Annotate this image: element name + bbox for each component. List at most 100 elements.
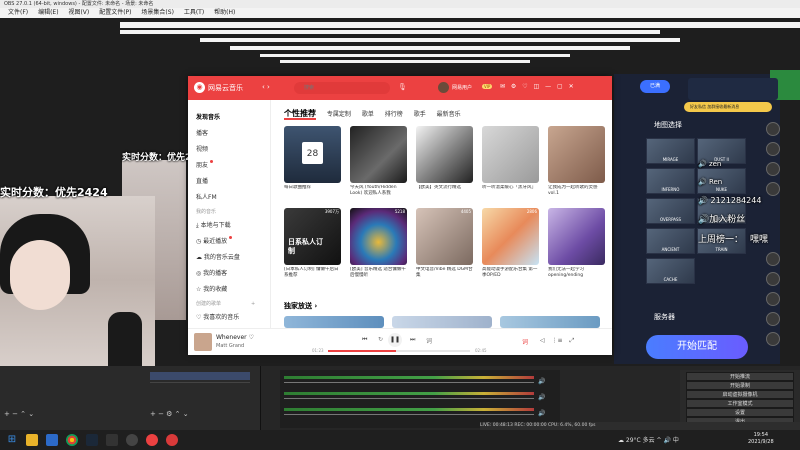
search-input[interactable] (294, 82, 390, 94)
exclusive-banner[interactable] (284, 316, 384, 328)
game-mode-button[interactable]: 已满 (640, 80, 670, 93)
add-playlist-icon[interactable]: + (251, 301, 255, 307)
map-thumb[interactable]: ANCIENT (646, 228, 695, 254)
playlist-card[interactable]: 5218 [欧美] 音乐精选 适合慵懒午后慢慢听 (350, 208, 407, 279)
sidebar-item-cloud[interactable]: ☁ 我的音乐云盘 (196, 252, 240, 261)
app-icon[interactable] (106, 434, 118, 446)
system-tray[interactable]: ☁ 29°C 多云 ^ 🔊 中 (618, 435, 679, 444)
start-recording-button[interactable]: 开始录制 (686, 381, 794, 390)
start-streaming-button[interactable]: 开始推流 (686, 372, 794, 381)
back-forward-buttons[interactable]: ‹ › (262, 83, 270, 91)
menu-scene-collection[interactable]: 场景集合(S) (141, 9, 174, 16)
like-heart-icon[interactable]: ♡ (249, 334, 254, 341)
virtual-camera-button[interactable]: 启动虚拟摄像机 (686, 390, 794, 399)
exclusive-banner[interactable] (392, 316, 492, 328)
cloud-icon: ☁ (196, 254, 204, 261)
exclusive-section-title[interactable]: 独家放送 › (284, 301, 317, 311)
steam-icon[interactable] (86, 434, 98, 446)
notification-dot (210, 160, 214, 163)
sidebar-item-video[interactable]: 视频 (196, 144, 208, 153)
windows-start-icon[interactable]: ⊞ (6, 434, 18, 446)
lyrics-toggle-icon[interactable]: 词 (426, 336, 432, 345)
sidebar-item-discover[interactable]: 发现音乐 (196, 112, 220, 121)
file-explorer-icon[interactable] (26, 434, 38, 446)
sidebar-item-friends[interactable]: 朋友 (196, 160, 214, 169)
playlist-card[interactable]: 听一听温柔暖心「黑牙风」 (482, 126, 539, 197)
playlist-card[interactable]: 今天风 (Youth/Hidden Look) 欢迎私人系我 (350, 126, 407, 197)
map-thumb[interactable]: INFERNO (646, 168, 695, 194)
playlist-card[interactable]: 4405 中文电音/Vibe 精选 DGM合集 (416, 208, 473, 279)
pause-button[interactable]: ❚❚ (388, 333, 402, 347)
loop-icon[interactable]: ↻ (378, 336, 383, 343)
previous-icon[interactable]: ⏮ (362, 336, 367, 344)
menu-view[interactable]: 视图(V) (68, 9, 89, 16)
scene-add-remove-icons[interactable]: + − ⌃ ⌄ (4, 410, 34, 418)
tab-playlists[interactable]: 歌单 (362, 111, 374, 118)
song-title: Whenever (216, 334, 247, 341)
map-thumb[interactable]: OVERPASS (646, 198, 695, 224)
tab-new-music[interactable]: 最新音乐 (437, 111, 461, 118)
game-user-card[interactable] (688, 78, 778, 100)
playlist-card[interactable]: 我们无法一起学习 opening/ending (548, 208, 605, 279)
chrome-icon[interactable] (66, 434, 78, 446)
tab-charts[interactable]: 排行榜 (385, 111, 403, 118)
netease-music-icon[interactable] (146, 434, 158, 446)
tab-recommend[interactable]: 个性推荐 (284, 109, 316, 120)
playlist-card[interactable]: 【欧美】英文流行精选 (416, 126, 473, 197)
playlist-card[interactable]: 2806 高能动漫手游配乐合集 第一季OP/ED (482, 208, 539, 279)
menu-edit[interactable]: 编辑(E) (38, 9, 58, 16)
start-match-button[interactable]: 开始匹配 (646, 335, 748, 359)
obs-icon[interactable] (126, 434, 138, 446)
lyric-icon[interactable]: 词 (522, 337, 528, 346)
chat-avatar (766, 162, 780, 176)
voice-search-icon[interactable]: 🎙 (398, 83, 407, 91)
playlist-card[interactable]: 28 每日歌曲推荐 (284, 126, 341, 197)
progress-track[interactable] (328, 350, 470, 352)
settings-button[interactable]: 设置 (686, 408, 794, 417)
netease-music-window: ◉ 网易云音乐 ‹ › 🎙 网易用户 VIP ✉ ⚙ ♡ ◫ — ▢ ✕ 发现音… (188, 76, 612, 355)
tab-artists[interactable]: 歌手 (414, 111, 426, 118)
sidebar-item-recent[interactable]: ◷ 最近播放 (196, 236, 233, 245)
vip-badge[interactable]: VIP (482, 84, 493, 89)
volume-fader[interactable] (284, 382, 534, 383)
sidebar-item-fm[interactable]: 私人FM (196, 192, 217, 201)
scenes-sources-panel[interactable]: + − ⌃ ⌄ + − ⚙ ⌃ ⌄ (0, 366, 261, 430)
sidebar-item-collection[interactable]: ☆ 我的收藏 (196, 284, 227, 293)
source-add-remove-icons[interactable]: + − ⚙ ⌃ ⌄ (150, 410, 189, 418)
section-label: 创建的歌单 (196, 301, 222, 307)
playlist-caption: 今天风 (Youth/Hidden Look) 欢迎私人系我 (350, 185, 397, 196)
exclusive-banner[interactable] (500, 316, 600, 328)
app-icon[interactable] (166, 434, 178, 446)
clock[interactable]: 19:54 2021/9/28 (748, 432, 774, 446)
volume-fader[interactable] (284, 414, 534, 415)
sidebar-item-live[interactable]: 直播 (196, 176, 208, 185)
playlist-card[interactable]: 3907万 日系私人订制 [日本私人订制] 慵懒午后日系推荐 (284, 208, 341, 279)
avatar[interactable] (438, 82, 449, 93)
sidebar-item-label: 我的播客 (203, 270, 228, 277)
volume-fader[interactable] (284, 398, 534, 399)
mixer-speaker-icons[interactable]: 🔊 🔊 🔊 (538, 374, 545, 422)
chat-avatar (766, 332, 780, 346)
sidebar-item-my-podcast[interactable]: ◎ 我的播客 (196, 268, 227, 277)
menu-tools[interactable]: 工具(T) (184, 9, 204, 16)
sidebar-item-local[interactable]: ⤓ 本地与下载 (196, 220, 231, 230)
tab-custom[interactable]: 专属定制 (327, 111, 351, 118)
menu-profile[interactable]: 配置文件(P) (99, 9, 131, 16)
username[interactable]: 网易用户 (452, 84, 472, 91)
selected-source-row[interactable] (150, 372, 250, 380)
map-thumb[interactable]: CACHE (646, 258, 695, 284)
studio-mode-button[interactable]: 工作室模式 (686, 399, 794, 408)
notification-dot (229, 236, 233, 239)
sidebar-item-liked[interactable]: ♡ 我喜欢的音乐 (196, 312, 239, 321)
progress-fill (328, 350, 397, 352)
now-playing-cover[interactable] (194, 333, 212, 351)
window-controls[interactable]: ✉ ⚙ ♡ ◫ — ▢ ✕ (500, 83, 574, 90)
app-icon[interactable] (46, 434, 58, 446)
player-right-icons[interactable]: ◁ ⋮≡ ⤢ (540, 337, 574, 345)
playlist-card[interactable]: 让我成为一起听歌的灵感vol.1 (548, 126, 605, 197)
next-icon[interactable]: ⏭ (410, 336, 415, 344)
sidebar-item-podcast[interactable]: 播客 (196, 128, 208, 137)
menu-file[interactable]: 文件(F) (8, 9, 28, 16)
map-thumb[interactable]: MIRAGE (646, 138, 695, 164)
menu-help[interactable]: 帮助(H) (214, 9, 235, 16)
